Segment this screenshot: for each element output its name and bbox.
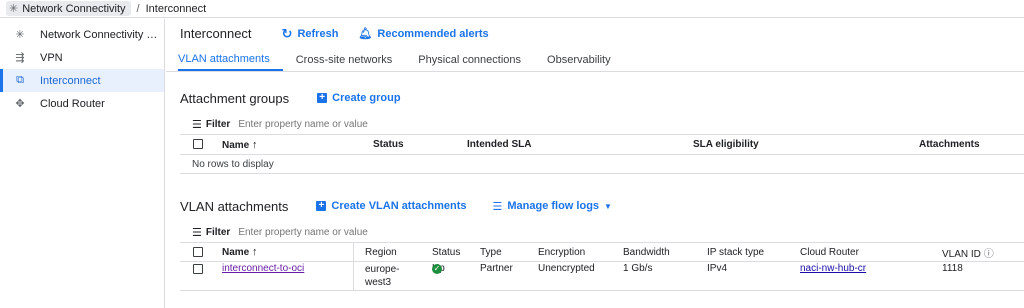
filter-icon: ☰ bbox=[192, 226, 202, 239]
manage-flow-logs-label: Manage flow logs bbox=[507, 200, 600, 212]
sort-ascending-icon: ↑ bbox=[252, 246, 258, 258]
sidebar-item-interconnect[interactable]: ⧉ Interconnect bbox=[0, 69, 164, 92]
column-encryption[interactable]: Encryption bbox=[538, 247, 585, 258]
sidebar-item-label: Cloud Router bbox=[40, 97, 105, 110]
hub-icon: ✳ bbox=[9, 3, 19, 15]
refresh-button[interactable]: ↻ Refresh bbox=[282, 26, 339, 42]
column-name[interactable]: Name ↑ bbox=[222, 246, 258, 258]
filter-label: Filter bbox=[205, 118, 231, 130]
column-bandwidth[interactable]: Bandwidth bbox=[623, 247, 670, 258]
refresh-icon: ↻ bbox=[281, 25, 293, 41]
vlan-attachments-table-header: Name ↑ Region Status Type Encryption Ban… bbox=[180, 243, 1024, 290]
sidebar-item-label: VPN bbox=[40, 51, 63, 64]
column-name-label: Name bbox=[222, 139, 250, 151]
vlan-attachments-title: VLAN attachments bbox=[180, 198, 289, 214]
table-row: interconnect-to-oci europe- west3 ✓ Up P… bbox=[180, 262, 1024, 291]
manage-flow-logs-button[interactable]: ☰ Manage flow logs ▼ bbox=[492, 200, 611, 213]
sort-ascending-icon: ↑ bbox=[252, 138, 258, 151]
select-all-checkbox[interactable] bbox=[193, 139, 203, 149]
sidebar-item-label: Interconnect bbox=[40, 74, 101, 87]
tab-bar: VLAN attachments Cross-site networks Phy… bbox=[166, 48, 1024, 72]
column-status[interactable]: Status bbox=[432, 247, 460, 258]
breadcrumb: ✳ Network Connectivity / Interconnect bbox=[0, 0, 1024, 18]
create-group-label: Create group bbox=[332, 92, 401, 104]
type-value: Partner bbox=[480, 263, 513, 274]
status-badge: ✓ Up bbox=[432, 263, 445, 274]
sidebar-item-label: Network Connectivity Cen... bbox=[40, 28, 158, 41]
interconnect-icon: ⧉ bbox=[16, 74, 24, 86]
ip-stack-value: IPv4 bbox=[707, 263, 728, 274]
vlan-attachments-header: VLAN attachments + Create VLAN attachmen… bbox=[166, 190, 1024, 222]
attachment-groups-filter-input[interactable] bbox=[238, 118, 479, 130]
vlan-attachments-filter: ☰ Filter bbox=[180, 222, 1024, 243]
refresh-label: Refresh bbox=[297, 27, 339, 40]
breadcrumb-product[interactable]: ✳ Network Connectivity bbox=[6, 1, 131, 16]
add-icon: + bbox=[316, 201, 327, 211]
tab-observability[interactable]: Observability bbox=[534, 48, 624, 71]
sidebar-item-cloud-router[interactable]: ✥ Cloud Router bbox=[0, 92, 164, 115]
vlan-id-value: 1118 bbox=[942, 263, 963, 274]
help-icon[interactable]: ⓘ bbox=[984, 249, 994, 260]
main-content: Interconnect ↻ Refresh 🔔︎ Recommended al… bbox=[166, 19, 1024, 308]
vlan-attachments-filter-input[interactable] bbox=[238, 226, 479, 238]
cloud-router-link[interactable]: naci-nw-hub-cr bbox=[800, 263, 866, 274]
column-name[interactable]: Name ↑ bbox=[222, 139, 258, 151]
empty-table-message: No rows to display bbox=[180, 155, 1024, 174]
region-value: europe- bbox=[365, 264, 400, 275]
recommended-alerts-label: Recommended alerts bbox=[377, 27, 489, 40]
column-cloud-router[interactable]: Cloud Router bbox=[800, 247, 859, 258]
select-all-checkbox[interactable] bbox=[193, 247, 203, 257]
create-vlan-attachments-button[interactable]: + Create VLAN attachments bbox=[316, 200, 466, 212]
column-region[interactable]: Region bbox=[365, 247, 397, 258]
tab-vlan-attachments[interactable]: VLAN attachments bbox=[178, 48, 283, 71]
column-name-label: Name bbox=[222, 247, 250, 258]
sidebar: ✳ Network Connectivity Cen... ⇶ VPN ⧉ In… bbox=[0, 19, 165, 308]
breadcrumb-page: Interconnect bbox=[145, 2, 207, 15]
vpn-icon: ⇶ bbox=[15, 52, 25, 64]
breadcrumb-product-label: Network Connectivity bbox=[22, 2, 126, 15]
column-vlan-id[interactable]: VLAN ID ⓘ bbox=[942, 245, 994, 260]
column-status[interactable]: Status bbox=[373, 139, 404, 150]
attachment-groups-title: Attachment groups bbox=[180, 90, 290, 106]
column-attachments[interactable]: Attachments bbox=[919, 139, 980, 150]
chevron-down-icon: ▼ bbox=[604, 201, 612, 211]
recommended-alerts-button[interactable]: 🔔︎ Recommended alerts bbox=[358, 27, 489, 41]
page-header: Interconnect ↻ Refresh 🔔︎ Recommended al… bbox=[166, 19, 1024, 48]
row-checkbox[interactable] bbox=[193, 264, 203, 274]
column-sla-eligibility[interactable]: SLA eligibility bbox=[693, 139, 759, 150]
hub-icon: ✳ bbox=[15, 29, 25, 41]
tab-physical-connections[interactable]: Physical connections bbox=[405, 48, 534, 71]
breadcrumb-separator: / bbox=[136, 2, 140, 15]
column-vlan-id-label: VLAN ID bbox=[942, 248, 981, 260]
sidebar-item-network-connectivity-center[interactable]: ✳ Network Connectivity Cen... bbox=[0, 23, 164, 46]
bell-icon: 🔔︎ bbox=[358, 28, 373, 40]
column-type[interactable]: Type bbox=[480, 247, 502, 258]
bandwidth-value: 1 Gb/s bbox=[623, 263, 653, 274]
tab-cross-site-networks[interactable]: Cross-site networks bbox=[283, 48, 406, 71]
check-circle-icon: ✓ bbox=[432, 263, 442, 274]
create-vlan-attachments-label: Create VLAN attachments bbox=[331, 200, 467, 212]
vlan-attachment-name-link[interactable]: interconnect-to-oci bbox=[222, 263, 304, 274]
sidebar-item-vpn[interactable]: ⇶ VPN bbox=[0, 46, 164, 69]
encryption-value: Unencrypted bbox=[538, 263, 595, 274]
column-ip-stack-type[interactable]: IP stack type bbox=[707, 247, 764, 258]
filter-label: Filter bbox=[205, 226, 231, 238]
attachment-groups-header: Attachment groups + Create group bbox=[166, 82, 1024, 114]
list-icon: ☰ bbox=[492, 200, 503, 213]
column-intended-sla[interactable]: Intended SLA bbox=[467, 139, 531, 150]
region-value-continued: west3 bbox=[365, 277, 392, 288]
filter-icon: ☰ bbox=[192, 118, 202, 131]
attachment-groups-filter: ☰ Filter bbox=[180, 114, 1024, 135]
create-group-button[interactable]: + Create group bbox=[317, 92, 401, 104]
router-icon: ✥ bbox=[15, 98, 25, 110]
attachment-groups-table-header: Name ↑ Status Intended SLA SLA eligibili… bbox=[180, 135, 1024, 155]
page-title: Interconnect bbox=[180, 26, 252, 41]
add-icon: + bbox=[317, 93, 328, 103]
